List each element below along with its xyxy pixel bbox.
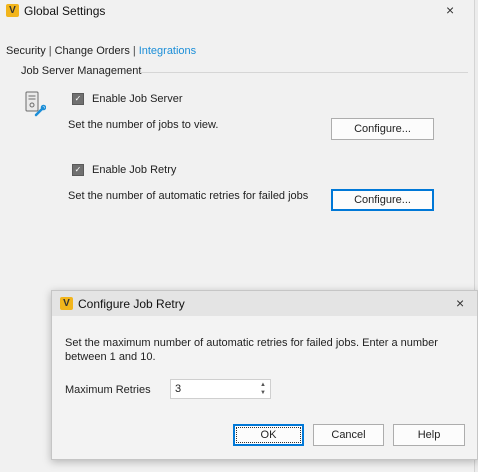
enable-job-retry-row[interactable]: ✓ Enable Job Retry: [72, 164, 176, 176]
dialog-close-icon[interactable]: ×: [456, 296, 464, 310]
app-logo-icon: V: [6, 4, 19, 17]
stepper-arrows[interactable]: ▲ ▼: [259, 381, 267, 397]
dialog-titlebar: V Configure Job Retry ×: [52, 291, 477, 316]
enable-job-server-label: Enable Job Server: [92, 93, 183, 105]
enable-job-retry-checkbox[interactable]: ✓: [72, 164, 84, 176]
maximum-retries-value[interactable]: 3: [175, 383, 181, 395]
group-label: Job Server Management: [21, 65, 142, 77]
close-icon[interactable]: ×: [446, 3, 454, 17]
ok-button[interactable]: OK: [233, 424, 304, 446]
job-retry-description: Set the number of automatic retries for …: [68, 190, 309, 202]
tab-integrations[interactable]: Integrations: [139, 45, 196, 57]
job-server-description: Set the number of jobs to view.: [68, 119, 219, 131]
tab-separator: |: [48, 45, 52, 57]
tab-change-orders[interactable]: Change Orders: [55, 45, 130, 57]
enable-job-server-row[interactable]: ✓ Enable Job Server: [72, 93, 183, 105]
chevron-down-icon[interactable]: ▼: [259, 389, 267, 397]
window-title: Global Settings: [24, 4, 106, 18]
tab-security[interactable]: Security: [6, 45, 46, 57]
enable-job-server-checkbox[interactable]: ✓: [72, 93, 84, 105]
maximum-retries-stepper[interactable]: 3 ▲ ▼: [170, 379, 271, 399]
group-divider: [140, 72, 468, 73]
job-server-icon: [25, 91, 46, 117]
maximum-retries-label: Maximum Retries: [65, 384, 151, 396]
tab-separator: |: [132, 45, 136, 57]
cancel-button[interactable]: Cancel: [313, 424, 384, 446]
chevron-up-icon[interactable]: ▲: [259, 381, 267, 389]
configure-job-server-button[interactable]: Configure...: [331, 118, 434, 140]
configure-job-retry-button[interactable]: Configure...: [331, 189, 434, 211]
window-titlebar: V Global Settings ×: [0, 0, 474, 22]
dialog-title: Configure Job Retry: [78, 297, 185, 311]
dialog-message: Set the maximum number of automatic retr…: [65, 337, 438, 363]
settings-tabs: Security | Change Orders | Integrations: [6, 45, 196, 57]
configure-job-retry-dialog: V Configure Job Retry × Set the maximum …: [51, 290, 478, 460]
help-button[interactable]: Help: [393, 424, 465, 446]
app-logo-icon: V: [60, 297, 73, 310]
enable-job-retry-label: Enable Job Retry: [92, 164, 177, 176]
